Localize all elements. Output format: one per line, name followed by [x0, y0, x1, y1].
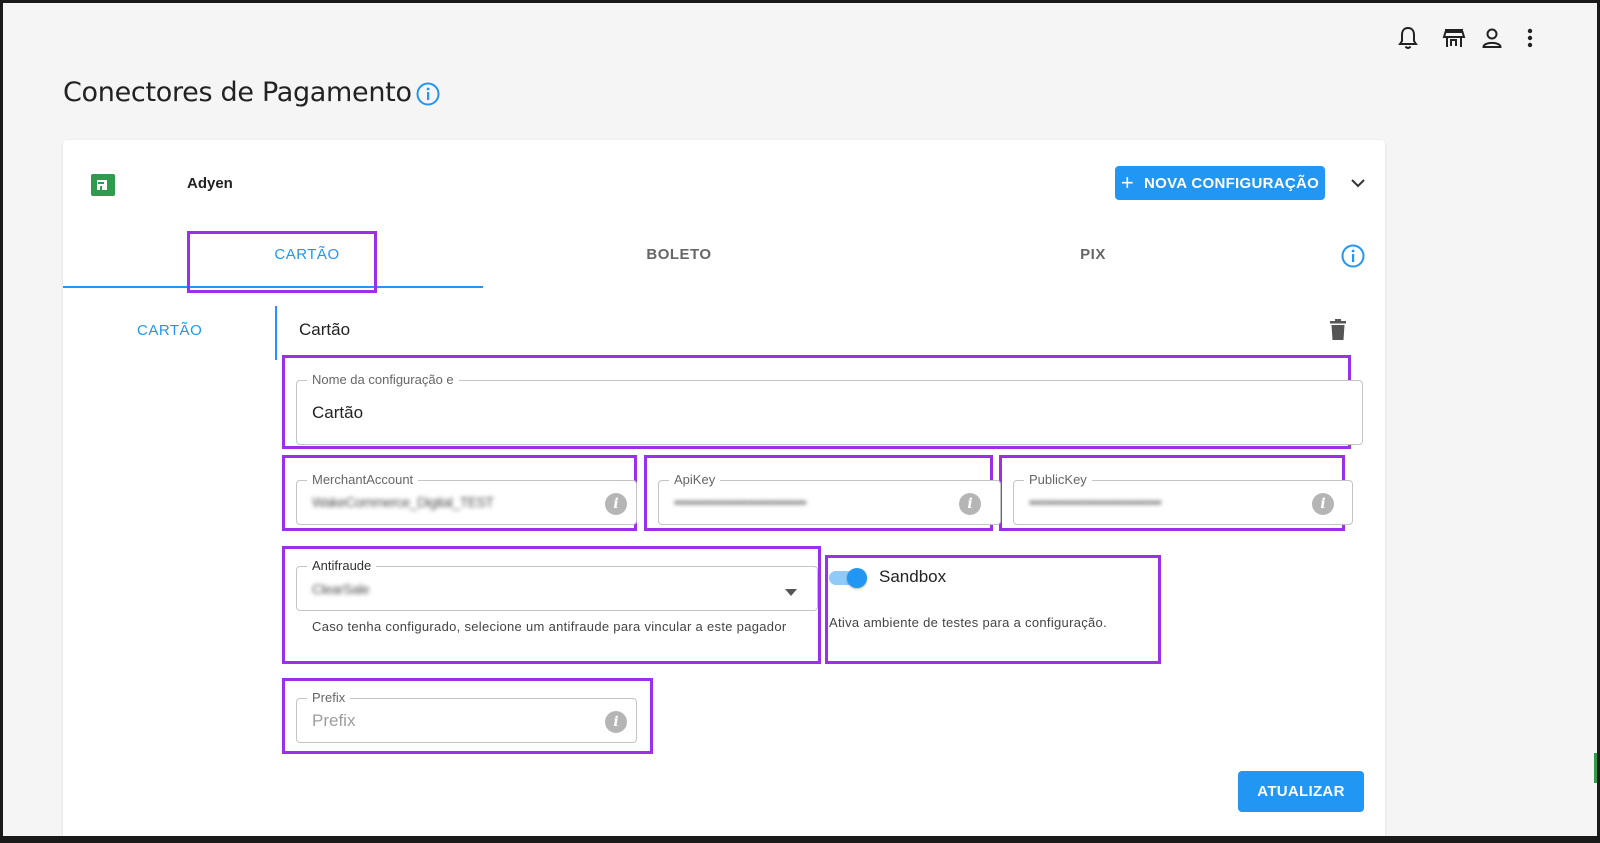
update-button[interactable]: ATUALIZAR	[1238, 771, 1364, 812]
trash-icon[interactable]	[1327, 318, 1349, 342]
info-icon[interactable]: i	[605, 493, 627, 515]
bell-icon[interactable]	[1395, 25, 1421, 51]
config-name-field[interactable]: Nome da configuração e Cartão	[296, 372, 1363, 445]
side-divider	[275, 306, 277, 360]
info-icon[interactable]: i	[1312, 493, 1334, 515]
sandbox-helper: Ativa ambiente de testes para a configur…	[829, 615, 1107, 630]
dropdown-arrow-icon	[785, 584, 797, 602]
info-icon[interactable]: i	[959, 493, 981, 515]
public-key-label: PublicKey	[1024, 472, 1092, 488]
public-key-field[interactable]: PublicKey ••••••••••••••••••••••••••••••…	[1013, 472, 1353, 525]
merchant-account-field[interactable]: MerchantAccount WakeCommerce_Digital_TES…	[296, 472, 637, 525]
sidebar-item-cartao[interactable]: CARTÃO	[137, 322, 202, 339]
info-icon[interactable]	[415, 81, 441, 107]
sandbox-toggle[interactable]	[829, 568, 869, 588]
config-name-value: Cartão	[312, 403, 364, 422]
merchant-account-value: WakeCommerce_Digital_TEST	[312, 494, 494, 510]
antifraude-select[interactable]: Antifraude ClearSale	[296, 558, 818, 611]
app-frame: Conectores de Pagamento Adyen + NOVA CON…	[3, 3, 1597, 836]
prefix-field[interactable]: Prefix Prefix i	[296, 690, 637, 743]
tab-pix[interactable]: PIX	[1053, 246, 1133, 263]
prefix-placeholder: Prefix	[312, 711, 356, 730]
chevron-down-icon[interactable]	[1345, 170, 1371, 196]
new-configuration-label: NOVA CONFIGURAÇÃO	[1144, 174, 1320, 192]
highlight-box	[187, 231, 377, 293]
provider-name: Adyen	[187, 175, 233, 192]
config-name-label: Nome da configuração e	[307, 372, 459, 388]
info-icon[interactable]: i	[605, 711, 627, 733]
page-title: Conectores de Pagamento	[63, 77, 412, 108]
public-key-value: ••••••••••••••••••••••••••••••	[1029, 494, 1162, 510]
plus-icon: +	[1120, 170, 1135, 195]
highlight-box	[825, 555, 1161, 664]
info-icon[interactable]	[1340, 243, 1366, 269]
adyen-logo-icon	[91, 174, 115, 196]
antifraude-value: ClearSale	[312, 581, 369, 597]
section-title: Cartão	[299, 320, 351, 339]
api-key-value: ••••••••••••••••••••••••••••••	[674, 494, 807, 510]
prefix-label: Prefix	[307, 690, 351, 706]
store-icon[interactable]	[1441, 25, 1467, 51]
toggle-thumb	[847, 568, 867, 588]
api-key-field[interactable]: ApiKey •••••••••••••••••••••••••••••• i	[658, 472, 1001, 525]
more-vert-icon[interactable]	[1517, 25, 1543, 51]
antifraude-helper: Caso tenha configurado, selecione um ant…	[312, 619, 787, 634]
edge-marker	[1594, 753, 1597, 783]
tab-boleto[interactable]: BOLETO	[619, 246, 739, 263]
sandbox-label: Sandbox	[879, 567, 947, 586]
api-key-label: ApiKey	[669, 472, 721, 488]
new-configuration-button[interactable]: + NOVA CONFIGURAÇÃO	[1115, 166, 1325, 200]
user-icon[interactable]	[1479, 25, 1505, 51]
antifraude-label: Antifraude	[307, 558, 377, 574]
merchant-account-label: MerchantAccount	[307, 472, 419, 488]
